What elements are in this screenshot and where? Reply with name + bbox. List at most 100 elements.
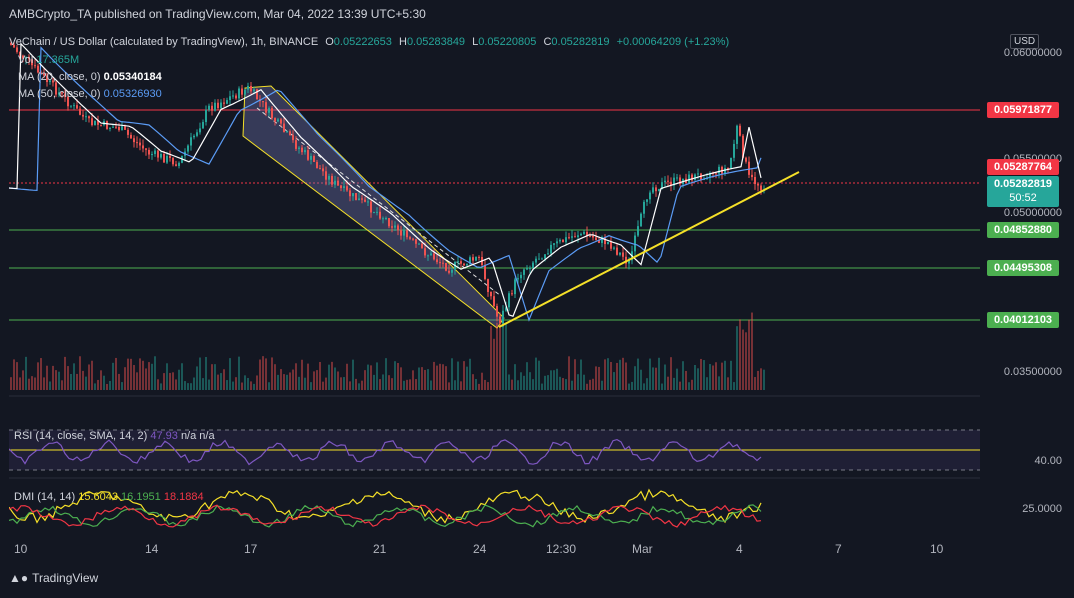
volume-bar [196,366,198,390]
candle-body [331,176,333,185]
volume-bar [91,360,93,390]
candle-body [199,128,201,133]
candle-body [250,85,252,92]
candle-body [445,262,447,271]
volume-bar [190,383,192,390]
candle-body [436,259,438,263]
candle-body [571,236,573,238]
candle-body [73,105,75,107]
high-value: 0.05283849 [406,36,466,48]
candle-body [610,241,612,249]
candle-body [328,176,330,180]
candle-body [166,155,168,163]
chart-canvas[interactable] [9,28,980,538]
volume-bar [385,358,387,390]
candle-body [271,108,273,119]
volume-bar [364,370,366,390]
candle-body [622,252,624,257]
volume-bar [322,381,324,390]
volume-bar [172,372,174,390]
candle-body [106,121,108,129]
candle-body [607,241,609,245]
candle-body [637,226,639,236]
candle-body [169,155,171,159]
candle-body [94,120,96,126]
volume-bar [619,359,621,390]
candle-body [253,89,255,92]
candle-body [322,168,324,172]
volume-bar [145,368,147,390]
volume-bar [562,378,564,390]
level-label: 0.05287764 [987,159,1059,175]
volume-bar [40,358,42,390]
volume-bar [649,358,651,390]
volume-bar [265,358,267,390]
candle-body [244,89,246,95]
time-tick: 12:30 [546,542,577,556]
candle-body [346,186,348,191]
volume-bar [640,369,642,390]
volume-bar [694,364,696,390]
volume-bar [532,379,534,390]
level-label: 0.05971877 [987,102,1059,118]
volume-bar [736,326,738,390]
rsi-legend[interactable]: RSI (14, close, SMA, 14, 2) 47.93 n/a n/… [14,430,215,442]
volume-bar [274,364,276,390]
ma20-legend[interactable]: MA (20, close, 0) 0.05340184 [18,71,162,83]
volume-bar [25,356,27,390]
volume-bar [574,359,576,390]
ma50-legend[interactable]: MA (50, close, 0) 0.05326930 [18,88,162,100]
candle-body [439,262,441,264]
volume-bar [607,358,609,390]
volume-bar [658,357,660,390]
dmi-legend[interactable]: DMI (14, 14) 15.6043 16.1951 18.1884 [14,491,204,503]
price-tick: 0.05000000 [1003,207,1062,219]
candle-body [451,269,453,273]
candle-body [358,198,360,201]
candle-body [547,253,549,255]
level-label: 0.04495308 [987,260,1059,276]
volume-bar [61,380,63,390]
publish-header: AMBCrypto_TA published on TradingView.co… [0,0,1074,28]
candle-body [634,235,636,252]
volume-bar [376,362,378,390]
volume-bar [472,374,474,390]
volume-bar [730,360,732,390]
candle-body [490,291,492,297]
volume-bar [742,329,744,390]
candle-body [334,180,336,185]
volume-bar [583,374,585,390]
candle-body [496,306,498,317]
candle-body [499,316,501,324]
candle-body [205,109,207,123]
tradingview-brand[interactable]: ▲● TradingView [9,571,98,585]
candle-body [157,150,159,158]
candle-body [109,127,111,129]
volume-bar [325,377,327,390]
candle-body [247,85,249,90]
candle-body [82,114,84,117]
candle-body [235,95,237,99]
volume-bar [13,359,15,390]
volume-bar [124,367,126,390]
symbol-legend[interactable]: VeChain / US Dollar (calculated by Tradi… [9,36,729,48]
volume-bar [655,367,657,390]
volume-bar [439,363,441,390]
volume-bar [283,374,285,390]
volume-legend[interactable]: Vol 17.365M [18,54,79,66]
volume-bar [481,372,483,390]
volume-bar [46,365,48,390]
volume-bar [10,377,12,390]
volume-bar [79,356,81,390]
time-tick: 7 [835,542,842,556]
candle-body [301,147,303,153]
volume-bar [568,356,570,390]
volume-bar [517,380,519,390]
time-tick: 17 [244,542,258,556]
volume-bar [571,380,573,390]
candle-body [112,126,114,128]
candle-body [385,218,387,220]
tradingview-logo-icon: ▲● [9,571,29,585]
candle-body [139,142,141,146]
volume-bar [592,378,594,390]
